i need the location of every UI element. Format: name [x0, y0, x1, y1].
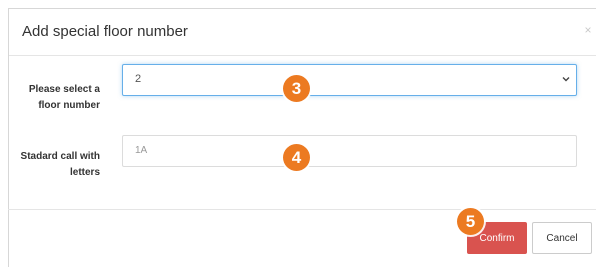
standard-call-input[interactable]: 1A — [122, 135, 577, 167]
step-5-badge: 5 — [457, 208, 484, 235]
floor-number-select[interactable]: 2 — [122, 64, 577, 96]
floor-number-label: Please select a floor number — [28, 84, 100, 111]
cancel-button[interactable]: Cancel — [532, 222, 592, 254]
dialog-header: Add special floor number × — [9, 9, 596, 56]
standard-call-label: Stadard call with letters — [20, 151, 100, 178]
step-4-badge: 4 — [283, 144, 310, 171]
dialog-title: Add special floor number — [22, 23, 188, 40]
standard-call-value: 1A — [135, 145, 148, 156]
step-3-badge: 3 — [283, 75, 310, 102]
floor-number-value: 2 — [135, 73, 142, 85]
chevron-down-icon — [562, 77, 570, 82]
close-icon[interactable]: × — [582, 23, 594, 37]
